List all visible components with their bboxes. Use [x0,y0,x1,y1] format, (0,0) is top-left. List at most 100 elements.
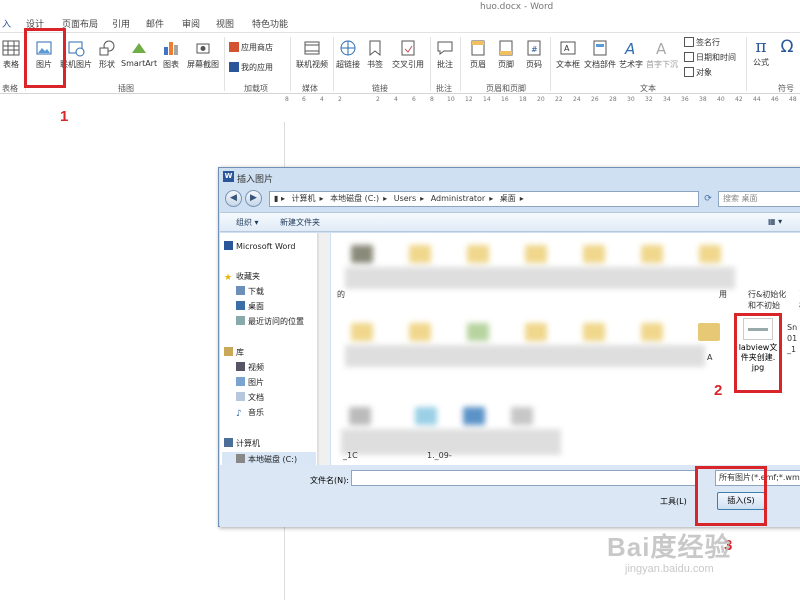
breadcrumb-computer[interactable]: 计算机 [292,194,316,203]
object-button[interactable]: 对象 [684,67,712,78]
signature-icon [684,37,694,47]
blurred-file-row [345,315,705,375]
annotation-number-1: 1 [60,108,69,125]
header-label: 页眉 [470,60,486,69]
word-window: huo.docx - Word 入 设计 页面布局 引用 邮件 审阅 视图 特色… [0,0,800,600]
page-number-icon: # [527,40,541,56]
video-icon [304,41,320,55]
folder-icon [525,245,547,263]
chart-icon [164,42,178,55]
ribbon: 表格 表格 图片 联机图片 形状 SmartArt 图表 屏幕截图 插图 应用商… [0,32,800,94]
nav-item-libraries[interactable]: 库 [224,347,244,358]
hyperlink-button[interactable]: 超链接 [336,39,360,70]
tools-button[interactable]: 工具(L) [660,496,687,507]
quick-parts-icon [593,40,607,56]
nav-item-favorites[interactable]: ★ 收藏夹 [224,271,260,283]
equation-button[interactable]: π 公式 [750,37,772,68]
table-button[interactable]: 表格 [0,39,22,70]
search-input[interactable]: 搜索 桌面 [718,191,800,207]
nav-item-local-disk[interactable]: 本地磁盘 (C:) [236,454,297,465]
nav-item-documents[interactable]: 文档 [236,392,264,403]
nav-item-computer[interactable]: 计算机 [224,438,260,449]
bookmark-button[interactable]: 书签 [364,39,386,70]
my-apps-button[interactable]: 我的应用 [229,62,273,73]
cross-reference-label: 交叉引用 [392,60,424,69]
tab-special[interactable]: 特色功能 [252,17,288,30]
watermark: Bai度经验 jingyan.baidu.com [607,527,731,575]
tab-insert[interactable]: 入 [2,17,11,30]
command-bar: 组织 ▾ 新建文件夹 ▦ ▾ [220,212,800,232]
new-folder-button[interactable]: 新建文件夹 [280,217,320,228]
comment-button[interactable]: 批注 [434,39,456,70]
store-button[interactable]: 应用商店 [229,42,273,53]
nav-item-word[interactable]: Microsoft Word [224,241,296,251]
smartart-icon [132,43,146,53]
ruler-tick: 2 [376,96,380,103]
organize-button[interactable]: 组织 ▾ [236,217,259,228]
comment-icon [437,41,453,55]
navigation-bar: ◀ ▶ ▮ ▸ 计算机 ▸ 本地磁盘 (C:) ▸ Users ▸ Administr… [223,188,800,210]
forward-button[interactable]: ▶ [245,190,262,207]
nav-item-videos[interactable]: 视频 [236,362,264,373]
my-apps-label: 我的应用 [241,63,273,72]
nav-item-pictures[interactable]: 图片 [236,377,264,388]
breadcrumb-desktop[interactable]: 桌面 [500,194,516,203]
breadcrumb-users[interactable]: Users [394,194,416,203]
documents-icon [236,392,245,401]
dropcap-button[interactable]: A 首字下沉 [646,39,678,70]
annotation-number-2: 2 [714,382,723,399]
navigation-scrollbar[interactable] [318,233,330,465]
tab-view[interactable]: 视图 [216,17,234,30]
nav-item-music[interactable]: ♪ 音乐 [236,407,264,419]
address-bar[interactable]: ▮ ▸ 计算机 ▸ 本地磁盘 (C:) ▸ Users ▸ Administrator… [269,191,699,207]
chart-button[interactable]: 图表 [160,39,182,70]
textbox-button[interactable]: A 文本框 [554,39,582,70]
breadcrumb-administrator[interactable]: Administrator [431,194,486,203]
screenshot-button[interactable]: 屏幕截图 [185,39,221,70]
breadcrumb-local-disk[interactable]: 本地磁盘 (C:) [330,194,379,203]
screenshot-label: 屏幕截图 [187,60,219,69]
chart-label: 图表 [163,60,179,69]
ruler-tick: 22 [555,96,563,103]
file-label: _1 [787,345,797,354]
refresh-icon[interactable]: ⟳ [701,191,715,207]
nav-item-label: 文档 [248,393,264,402]
back-button[interactable]: ◀ [225,190,242,207]
nav-item-recent[interactable]: 最近访问的位置 [236,316,304,327]
group-separator [224,37,225,91]
document-title: huo.docx - Word [480,2,554,12]
tab-references[interactable]: 引用 [112,17,130,30]
file-list[interactable]: 的 用 行&初始化 和不初始 16 相 A Sn 01 _1 [331,233,800,465]
shapes-button[interactable]: 形状 [95,39,119,70]
watermark-url: jingyan.baidu.com [625,563,714,575]
filename-input[interactable] [351,470,696,486]
smartart-button[interactable]: SmartArt [121,39,157,68]
file-icon [349,407,371,425]
comment-label: 批注 [437,60,453,69]
tab-review[interactable]: 审阅 [182,17,200,30]
wordart-button[interactable]: A 艺术字 [618,39,644,70]
folder-icon [641,245,663,263]
hyperlink-label: 超链接 [336,60,360,69]
word-icon [224,241,233,250]
nav-item-desktop[interactable]: 桌面 [236,301,264,312]
blurred-labels [345,345,705,367]
file-label: 01 [787,334,798,343]
tab-page-layout[interactable]: 页面布局 [62,17,98,30]
footer-button[interactable]: 页脚 [494,39,518,70]
cross-reference-button[interactable]: 交叉引用 [390,39,426,70]
datetime-button[interactable]: 日期和时间 [684,52,736,63]
quick-parts-button[interactable]: 文档部件 [584,39,616,70]
online-video-button[interactable]: 联机视频 [294,39,330,70]
tab-mailings[interactable]: 邮件 [146,17,164,30]
file-label: 1._09- [427,451,452,460]
bookmark-icon [369,40,381,57]
nav-item-downloads[interactable]: 下载 [236,286,264,297]
view-options-icon[interactable]: ▦ ▾ [768,217,782,226]
signature-line-button[interactable]: 签名行 [684,37,720,48]
globe-icon [340,40,356,56]
header-button[interactable]: 页眉 [466,39,490,70]
page-number-button[interactable]: # 页码 [522,39,546,70]
symbol-button[interactable]: Ω [776,37,798,57]
my-apps-icon [229,62,239,72]
